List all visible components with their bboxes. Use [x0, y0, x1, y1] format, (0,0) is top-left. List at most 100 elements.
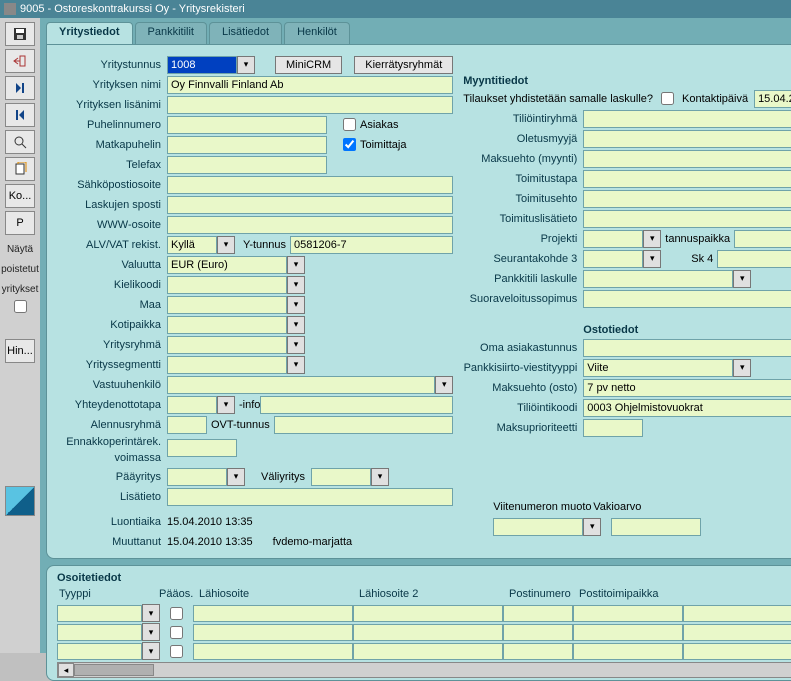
yrityssegmentti-field[interactable] [167, 356, 287, 374]
table-row[interactable] [57, 623, 791, 641]
alennusryhma-field[interactable] [167, 416, 207, 434]
viitenumeron-dd[interactable] [583, 518, 601, 536]
valuutta-dd[interactable] [287, 256, 305, 274]
telefax-field[interactable] [167, 156, 327, 174]
kielikoodi-dd[interactable] [287, 276, 305, 294]
vastuuhenkilo-field[interactable] [167, 376, 435, 394]
oma-asiakas-field[interactable] [583, 339, 791, 357]
show-deleted-checkbox[interactable] [14, 300, 27, 313]
yritystunnus-label: Yritystunnus [57, 59, 167, 71]
matkapuhelin-field[interactable] [167, 136, 327, 154]
pankkitili-field[interactable] [583, 270, 733, 288]
info-field[interactable] [260, 396, 453, 414]
new-button[interactable] [5, 157, 35, 181]
table-row[interactable] [57, 642, 791, 660]
maksuprioriteetti-field[interactable] [583, 419, 643, 437]
kotipaikka-dd[interactable] [287, 316, 305, 334]
yritysryhma-label: Yritysryhmä [57, 339, 167, 351]
projekti-dd[interactable] [643, 230, 661, 248]
grid-paaos-chk[interactable] [170, 607, 183, 620]
vastuuhenkilo-label: Vastuuhenkilö [57, 379, 167, 391]
table-row[interactable] [57, 604, 791, 622]
tab-pankkitilit[interactable]: Pankkitilit [135, 22, 207, 44]
seurantakohde-dd[interactable] [643, 250, 661, 268]
scroll-left-button[interactable]: ◂ [58, 663, 74, 677]
puhelin-field[interactable] [167, 116, 327, 134]
ytunnus-field[interactable] [290, 236, 453, 254]
grid-paaos-chk[interactable] [170, 626, 183, 639]
yhteydenotto-field[interactable] [167, 396, 217, 414]
paayritys-dd[interactable] [227, 468, 245, 486]
yhteydenotto-dd[interactable] [217, 396, 235, 414]
laskujen-sposti-field[interactable] [167, 196, 453, 214]
seurantakohde-field[interactable] [583, 250, 643, 268]
tab-yritystiedot[interactable]: Yritystiedot [46, 22, 133, 44]
alvvat-field[interactable] [167, 236, 217, 254]
grid-tyyppi-dd[interactable] [142, 623, 160, 641]
suoraveloitus-field[interactable] [583, 290, 791, 308]
maksuehto-myynti-field[interactable] [583, 150, 791, 168]
yrityksen-nimi-field[interactable] [167, 76, 453, 94]
maa-field[interactable] [167, 296, 287, 314]
asiakas-label: Asiakas [360, 119, 399, 131]
grid-hscrollbar[interactable]: ◂ ▸ [57, 662, 791, 678]
alvvat-dd[interactable] [217, 236, 235, 254]
prev-button[interactable] [5, 103, 35, 127]
asiakas-checkbox[interactable] [343, 118, 356, 131]
maksuehto-osto-field[interactable] [583, 379, 791, 397]
show-deleted-label-2: poistetut [1, 264, 39, 275]
pankkitili-dd[interactable] [733, 270, 751, 288]
vakioarvo-field[interactable] [611, 518, 701, 536]
kierratys-button[interactable]: Kierrätysryhmät [354, 56, 453, 74]
hin-button[interactable]: Hin... [5, 339, 35, 363]
yritystunnus-field[interactable] [167, 56, 237, 74]
tab-lisatiedot[interactable]: Lisätiedot [209, 22, 282, 44]
p-button[interactable]: P [5, 211, 35, 235]
save-button[interactable] [5, 22, 35, 46]
lisatieto-field[interactable] [167, 488, 453, 506]
grid-tyyppi-dd[interactable] [142, 604, 160, 622]
oletusmyyja-field[interactable] [583, 130, 791, 148]
kotipaikka-field[interactable] [167, 316, 287, 334]
exit-button[interactable] [5, 49, 35, 73]
tab-henkilot[interactable]: Henkilöt [284, 22, 350, 44]
yrityssegmentti-dd[interactable] [287, 356, 305, 374]
vastuuhenkilo-dd[interactable] [435, 376, 453, 394]
maa-dd[interactable] [287, 296, 305, 314]
yritystunnus-lookup[interactable] [237, 56, 255, 74]
ko-button[interactable]: Ko... [5, 184, 35, 208]
tiliointikoodi-field[interactable] [583, 399, 791, 417]
toimitusehto-field[interactable] [583, 190, 791, 208]
sahkoposti-field[interactable] [167, 176, 453, 194]
valuutta-field[interactable] [167, 256, 287, 274]
grid-tyyppi-dd[interactable] [142, 642, 160, 660]
sk4-field[interactable] [717, 250, 791, 268]
myynti-title: Myyntitiedot [463, 75, 791, 87]
viitenumeron-field[interactable] [493, 518, 583, 536]
search-button[interactable] [5, 130, 35, 154]
grid-paaos-chk[interactable] [170, 645, 183, 658]
yhdist-checkbox[interactable] [661, 92, 674, 105]
ovt-field[interactable] [274, 416, 454, 434]
yritysryhma-dd[interactable] [287, 336, 305, 354]
minicrm-button[interactable]: MiniCRM [275, 56, 342, 74]
tiliointiryhma-field[interactable] [583, 110, 791, 128]
tannuspaikka-field[interactable] [734, 230, 791, 248]
www-field[interactable] [167, 216, 453, 234]
yritysryhma-field[interactable] [167, 336, 287, 354]
toimittaja-checkbox[interactable] [343, 138, 356, 151]
kontaktipaiva-field[interactable] [754, 90, 791, 108]
next-button[interactable] [5, 76, 35, 100]
toimitustapa-field[interactable] [583, 170, 791, 188]
kielikoodi-field[interactable] [167, 276, 287, 294]
valiyritys-field[interactable] [311, 468, 371, 486]
valiyritys-dd[interactable] [371, 468, 389, 486]
projekti-field[interactable] [583, 230, 643, 248]
toimituslisatieto-field[interactable] [583, 210, 791, 228]
pankkisiirto-field[interactable] [583, 359, 733, 377]
luontiaika-value: 15.04.2010 13:35 [167, 516, 253, 528]
lisanimi-field[interactable] [167, 96, 453, 114]
ennakko-field[interactable] [167, 439, 237, 457]
pankkisiirto-dd[interactable] [733, 359, 751, 377]
paayritys-field[interactable] [167, 468, 227, 486]
